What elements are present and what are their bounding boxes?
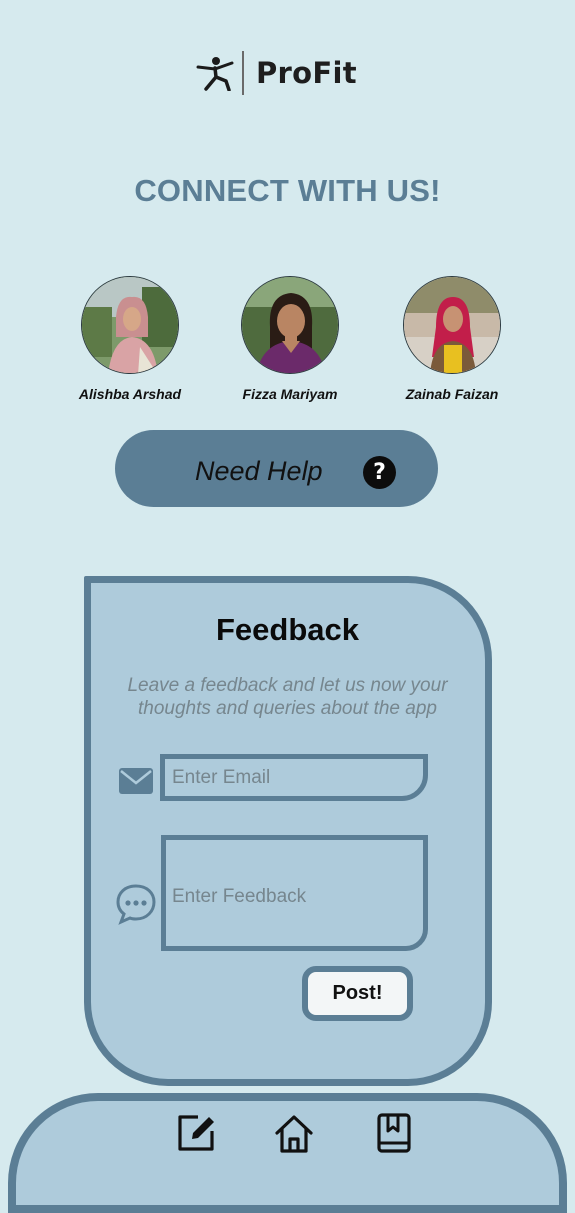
member-name: Zainab Faizan bbox=[405, 386, 499, 402]
avatar bbox=[81, 276, 179, 374]
app-name: ProFit bbox=[256, 56, 357, 90]
edit-icon[interactable] bbox=[176, 1113, 216, 1153]
team-member[interactable]: Alishba Arshad bbox=[55, 276, 205, 402]
yoga-pose-icon bbox=[196, 57, 234, 91]
member-name: Fizza Mariyam bbox=[242, 386, 338, 402]
connect-title: CONNECT WITH US! bbox=[134, 173, 441, 208]
mail-icon bbox=[119, 768, 153, 794]
need-help-button[interactable]: Need Help ? bbox=[115, 430, 438, 507]
bookmark-book-icon[interactable] bbox=[374, 1113, 414, 1153]
team-member[interactable]: Zainab Faizan bbox=[377, 276, 527, 402]
post-button[interactable]: Post! bbox=[302, 966, 413, 1021]
feedback-description: Leave a feedback and let us now your tho… bbox=[127, 675, 448, 719]
question-mark-icon: ? bbox=[363, 456, 396, 489]
home-icon[interactable] bbox=[274, 1113, 314, 1153]
feedback-card bbox=[84, 576, 492, 1086]
team-member[interactable]: Fizza Mariyam bbox=[215, 276, 365, 402]
avatar bbox=[403, 276, 501, 374]
feedback-field[interactable] bbox=[161, 835, 428, 951]
email-field[interactable] bbox=[160, 754, 428, 801]
chat-bubble-icon bbox=[116, 884, 156, 925]
logo-divider bbox=[242, 51, 244, 95]
member-name: Alishba Arshad bbox=[78, 386, 182, 402]
need-help-label: Need Help bbox=[195, 456, 323, 486]
feedback-title: Feedback bbox=[215, 612, 359, 647]
bottom-nav bbox=[8, 1093, 567, 1213]
app-logo: ProFit bbox=[196, 50, 357, 96]
avatar bbox=[241, 276, 339, 374]
